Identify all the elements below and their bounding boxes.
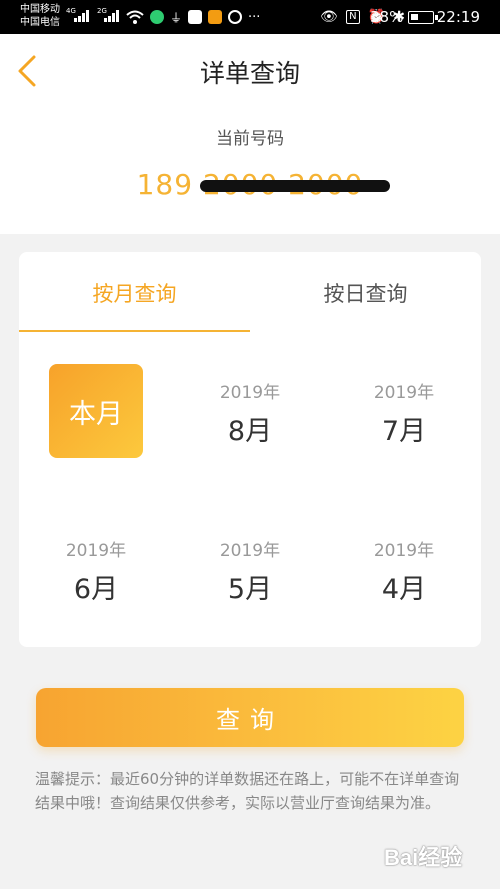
active-tab-indicator — [19, 330, 250, 332]
browser-icon — [150, 10, 164, 24]
month-item[interactable]: 2019年 6月 — [19, 536, 173, 606]
page-title: 详单查询 — [199, 59, 300, 88]
tab-by-day[interactable]: 按日查询 — [250, 278, 481, 308]
status-bar: 中国移动 中国电信 4G 2G ⏚ ··· 👁 N ⏰ ✱ 38% 22:19 — [0, 0, 500, 34]
carrier-2: 中国电信 — [20, 17, 60, 28]
carrier-names: 中国移动 中国电信 — [20, 3, 60, 29]
month-item[interactable]: 2019年 7月 — [327, 378, 481, 448]
app-icon — [188, 10, 203, 24]
month-label: 6月 — [73, 574, 119, 605]
battery-icon — [408, 11, 438, 24]
month-year: 2019年 — [219, 541, 281, 561]
watermark-text: Bai经验 — [384, 845, 463, 870]
nfc-icon: N — [345, 10, 360, 24]
clock: 22:19 — [436, 8, 480, 26]
month-label: 5月 — [227, 574, 273, 605]
month-item[interactable]: 2019年 8月 — [173, 378, 327, 448]
redaction-bar — [200, 180, 390, 192]
month-label: 8月 — [227, 416, 273, 447]
month-year: 2019年 — [219, 383, 281, 403]
carrier-1: 中国移动 — [20, 4, 60, 15]
notification-icons: ⏚ ··· — [126, 7, 260, 27]
month-selection-card: 按月查询 按日查询 本月 2019年 8月 2019年 7月 2019年 6月 … — [19, 252, 481, 647]
signal-icon — [74, 10, 92, 22]
month-item[interactable]: 2019年 4月 — [327, 536, 481, 606]
video-app-icon — [208, 10, 223, 24]
usb-icon: ⏚ — [170, 10, 183, 25]
eye-icon: 👁 — [320, 9, 338, 25]
current-number-label: 当前号码 — [216, 129, 284, 149]
wifi-icon — [126, 10, 144, 24]
sync-icon — [228, 10, 243, 24]
tab-by-month[interactable]: 按月查询 — [19, 278, 250, 308]
more-icon: ··· — [248, 9, 261, 25]
month-current-button[interactable]: 本月 — [49, 364, 143, 458]
month-year: 2019年 — [65, 541, 127, 561]
month-year: 2019年 — [373, 383, 435, 403]
month-item[interactable]: 2019年 5月 — [173, 536, 327, 606]
warm-tip-text: 温馨提示：最近60分钟的详单数据还在路上，可能不在详单查询结果中哦！查询结果仅供… — [35, 770, 460, 812]
query-button[interactable]: 查询 — [36, 688, 464, 747]
baidu-jingyan-watermark: Bai经验 — [384, 840, 462, 872]
month-year: 2019年 — [373, 541, 435, 561]
month-label: 4月 — [381, 574, 427, 605]
header: 详单查询 当前号码 189 2000 2000 — [0, 34, 500, 234]
battery-percent: 38% — [370, 8, 404, 26]
month-label: 7月 — [381, 416, 427, 447]
signal-icon-2 — [104, 10, 122, 22]
